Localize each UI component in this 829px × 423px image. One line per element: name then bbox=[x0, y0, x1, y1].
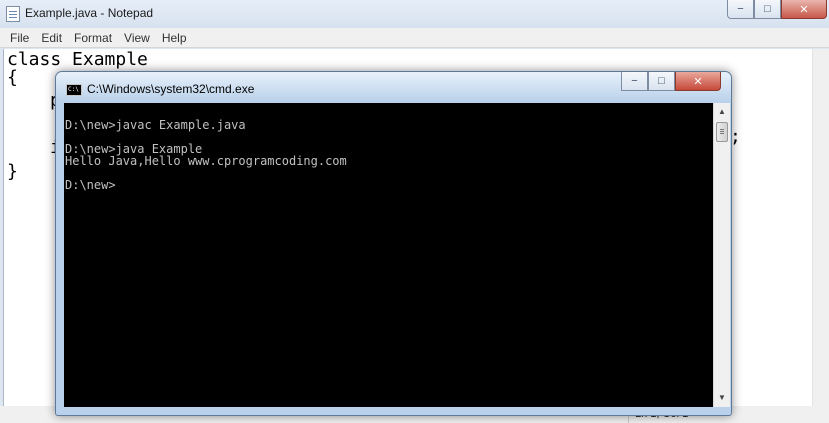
scroll-up-icon[interactable]: ▲ bbox=[714, 103, 730, 120]
cmd-window: C:\ C:\Windows\system32\cmd.exe − □ ✕ D:… bbox=[55, 71, 732, 416]
scroll-down-icon[interactable]: ▼ bbox=[714, 389, 730, 406]
notepad-maximize-button[interactable]: □ bbox=[754, 0, 781, 19]
notepad-vertical-scrollbar[interactable] bbox=[812, 49, 829, 406]
menu-help[interactable]: Help bbox=[162, 31, 187, 45]
cmd-titlebar[interactable]: C:\ C:\Windows\system32\cmd.exe − □ ✕ bbox=[56, 72, 731, 102]
menu-file[interactable]: File bbox=[10, 31, 29, 45]
cmd-console[interactable]: D:\new>javac Example.java D:\new>java Ex… bbox=[64, 103, 713, 407]
notepad-title: Example.java - Notepad bbox=[25, 6, 154, 20]
console-line: D:\new> bbox=[65, 178, 116, 192]
notepad-icon bbox=[6, 6, 20, 22]
scroll-thumb[interactable] bbox=[716, 122, 728, 142]
cmd-maximize-button[interactable]: □ bbox=[648, 72, 675, 91]
editor-line: { bbox=[7, 67, 18, 88]
cmd-minimize-button[interactable]: − bbox=[621, 72, 648, 91]
notepad-titlebar[interactable]: Example.java - Notepad − □ ✕ bbox=[0, 0, 829, 28]
menu-format[interactable]: Format bbox=[74, 31, 112, 45]
editor-line: class Example bbox=[7, 49, 148, 70]
notepad-minimize-button[interactable]: − bbox=[727, 0, 754, 19]
notepad-close-button[interactable]: ✕ bbox=[781, 0, 827, 19]
editor-line: } bbox=[7, 161, 18, 182]
notepad-menubar: File Edit Format View Help bbox=[0, 28, 829, 48]
cmd-vertical-scrollbar[interactable]: ▲ ▼ bbox=[713, 103, 730, 407]
cmd-icon: C:\ bbox=[66, 84, 82, 96]
cmd-title: C:\Windows\system32\cmd.exe bbox=[87, 82, 255, 96]
menu-edit[interactable]: Edit bbox=[41, 31, 62, 45]
console-line: Hello Java,Hello www.cprogramcoding.com bbox=[65, 154, 347, 168]
cmd-close-button[interactable]: ✕ bbox=[675, 72, 721, 91]
console-line: D:\new>javac Example.java bbox=[65, 118, 246, 132]
menu-view[interactable]: View bbox=[124, 31, 150, 45]
